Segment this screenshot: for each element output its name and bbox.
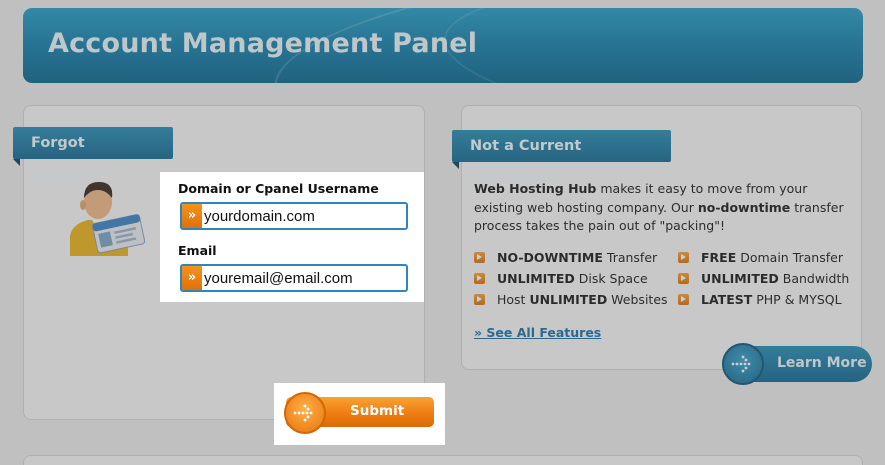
intro-highlight: no-downtime — [697, 199, 791, 215]
feature-item: UNLIMITED Bandwidth — [678, 271, 849, 286]
submit-highlight: Submit — [274, 383, 445, 445]
double-chevron-icon: » — [182, 266, 202, 290]
orange-arrow-bullet-icon — [678, 273, 689, 284]
orange-arrow-bullet-icon — [474, 294, 485, 305]
email-field[interactable]: » — [180, 264, 408, 292]
username-input[interactable] — [204, 206, 404, 226]
tab-fold — [13, 159, 20, 166]
email-input[interactable] — [204, 268, 404, 288]
feature-item: FREE Domain Transfer — [678, 250, 843, 265]
bottom-panel — [23, 455, 863, 465]
forgot-password-form: Domain or Cpanel Username » Email » — [160, 172, 424, 302]
learn-more-button[interactable]: Learn More — [722, 343, 872, 385]
page-title: Account Management Panel — [48, 28, 478, 59]
double-chevron-icon: » — [182, 204, 202, 228]
header-banner: Account Management Panel — [23, 8, 863, 83]
orange-arrow-bullet-icon — [474, 273, 485, 284]
see-all-features-link[interactable]: » See All Features — [474, 325, 601, 340]
new-customer-tab: Not a Current Customer? — [452, 130, 671, 186]
feature-item: LATEST PHP & MYSQL — [678, 292, 842, 307]
dotted-arrow-icon — [284, 392, 326, 434]
feature-item: NO-DOWNTIME Transfer — [474, 250, 657, 265]
email-label: Email — [178, 243, 217, 258]
forgot-password-tab: Forgot Password — [13, 127, 173, 183]
feature-item: UNLIMITED Disk Space — [474, 271, 648, 286]
learn-more-label: Learn More — [777, 355, 867, 371]
feature-item: Host UNLIMITED Websites — [474, 292, 668, 307]
tab-fold — [452, 162, 459, 169]
orange-arrow-bullet-icon — [474, 252, 485, 263]
username-field[interactable]: » — [180, 202, 408, 230]
dotted-arrow-icon — [722, 343, 764, 385]
intro-paragraph: Web Hosting Hub makes it easy to move fr… — [474, 180, 854, 236]
orange-arrow-bullet-icon — [678, 294, 689, 305]
orange-arrow-bullet-icon — [678, 252, 689, 263]
brand-name: Web Hosting Hub — [474, 181, 597, 196]
username-label: Domain or Cpanel Username — [178, 181, 379, 196]
user-id-card-icon — [60, 176, 150, 271]
submit-label: Submit — [350, 403, 405, 419]
submit-button[interactable]: Submit — [284, 392, 434, 434]
